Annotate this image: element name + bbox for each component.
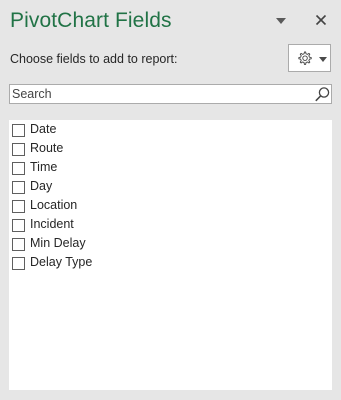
field-checkbox[interactable] (12, 162, 25, 175)
field-label: Time (30, 160, 58, 174)
field-label: Location (30, 198, 78, 212)
choose-fields-label: Choose fields to add to report: (10, 52, 178, 66)
close-icon (315, 14, 327, 26)
field-item-date[interactable]: Date (9, 121, 332, 140)
gear-icon (298, 51, 312, 65)
field-checkbox[interactable] (12, 257, 25, 270)
field-item-delay-type[interactable]: Delay Type (9, 254, 332, 273)
field-checkbox[interactable] (12, 181, 25, 194)
field-label: Min Delay (30, 236, 86, 250)
field-label: Day (30, 179, 53, 193)
chevron-down-icon (319, 57, 327, 62)
tools-dropdown-button[interactable] (288, 44, 331, 72)
field-label: Route (30, 141, 64, 155)
pivotchart-fields-pane: PivotChart Fields Choose fields to add t… (0, 0, 341, 400)
close-button[interactable] (313, 12, 329, 28)
field-checkbox[interactable] (12, 219, 25, 232)
pane-title: PivotChart Fields (10, 9, 172, 32)
field-item-day[interactable]: Day (9, 178, 332, 197)
field-checkbox[interactable] (12, 200, 25, 213)
field-list: Date Route Time Day Location Incident Mi… (9, 120, 332, 390)
field-item-min-delay[interactable]: Min Delay (9, 235, 332, 254)
pane-options-button[interactable] (274, 14, 288, 28)
field-label: Date (30, 122, 57, 136)
field-label: Delay Type (30, 255, 93, 269)
field-item-incident[interactable]: Incident (9, 216, 332, 235)
field-checkbox[interactable] (12, 124, 25, 137)
chevron-down-icon (276, 18, 286, 24)
search-icon[interactable] (314, 86, 331, 103)
field-label: Incident (30, 217, 74, 231)
field-item-route[interactable]: Route (9, 140, 332, 159)
search-input[interactable] (10, 85, 312, 103)
field-item-location[interactable]: Location (9, 197, 332, 216)
field-checkbox[interactable] (12, 143, 25, 156)
search-box (9, 84, 332, 104)
field-checkbox[interactable] (12, 238, 25, 251)
field-item-time[interactable]: Time (9, 159, 332, 178)
